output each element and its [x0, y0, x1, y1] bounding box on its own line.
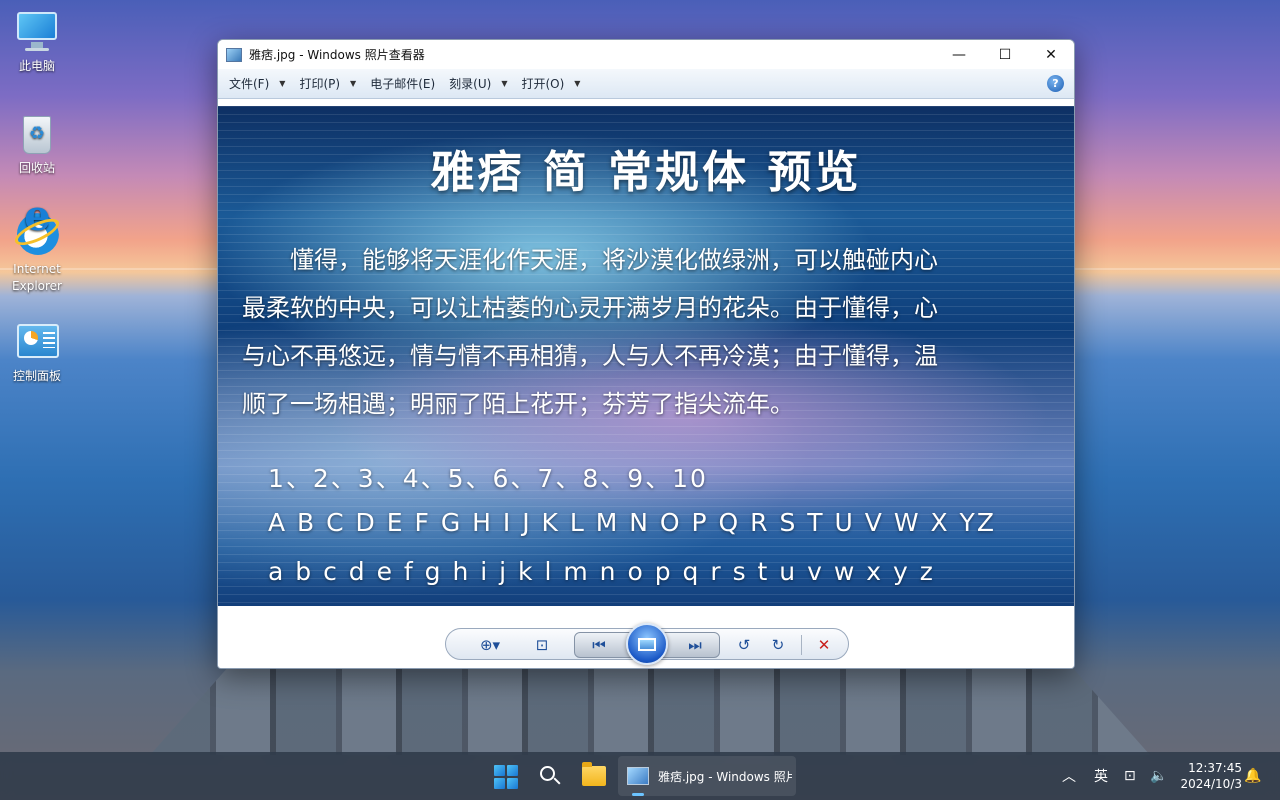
active-indicator — [632, 793, 644, 796]
menu-email[interactable]: 电子邮件(E) — [363, 69, 442, 98]
clock-time: 12:37:45 — [1188, 761, 1242, 775]
show-hidden-icons-chevron-icon[interactable]: ︿ — [1062, 752, 1076, 800]
maximize-button[interactable]: ☐ — [982, 40, 1028, 69]
caret-down-icon: ▼ — [279, 79, 286, 88]
menu-print[interactable]: 打印(P) ▼ — [292, 69, 363, 98]
menu-bar: 文件(F) ▼ 打印(P) ▼ 电子邮件(E) 刻录(U) ▼ 打开(O) ▼ ? — [218, 69, 1074, 99]
search-icon[interactable] — [538, 764, 562, 788]
image-paragraph-line: 顺了一场相遇；明丽了陌上花开；芬芳了指尖流年。 — [242, 390, 794, 418]
photo-viewer-taskbar-icon — [627, 767, 649, 785]
volume-icon[interactable]: 🔈 — [1150, 752, 1167, 800]
desktop-icon-label: Internet Explorer — [12, 262, 62, 293]
viewer-toolbar: ⊕▾ ⊡ ⏮ ⏭ ↺ ↻ ✕ — [445, 623, 849, 665]
viewer-controls-area: ⊕▾ ⊡ ⏮ ⏭ ↺ ↻ ✕ — [218, 606, 1074, 668]
start-button-icon[interactable] — [494, 765, 518, 789]
photo-viewer-window: 雅痞.jpg - Windows 照片查看器 — ☐ ✕ 文件(F) ▼ 打印(P… — [217, 39, 1075, 669]
system-clock[interactable]: 12:37:45 2024/10/3 — [1176, 760, 1242, 792]
network-icon[interactable]: ⊡ — [1124, 752, 1136, 800]
slideshow-button[interactable] — [626, 623, 668, 665]
taskbar-app-photo-viewer[interactable]: 雅痞.jpg - Windows 照片 — [618, 756, 796, 796]
menu-file[interactable]: 文件(F) ▼ — [222, 69, 292, 98]
toolbar-divider — [801, 635, 802, 655]
image-viewport[interactable]: 雅痞 简 常规体 预览 懂得，能够将天涯化作天涯，将沙漠化做绿洲，可以触碰内心 … — [218, 106, 1074, 606]
file-explorer-icon[interactable] — [582, 762, 606, 786]
menu-burn-label: 刻录(U) — [449, 77, 492, 91]
next-icon[interactable]: ⏭ — [682, 634, 708, 656]
window-title: 雅痞.jpg - Windows 照片查看器 — [249, 48, 425, 62]
actual-size-icon[interactable]: ⊡ — [530, 634, 554, 656]
caret-down-icon: ▼ — [574, 79, 581, 88]
wallpaper-pier — [150, 665, 1150, 755]
desktop-icon-internet-explorer[interactable]: Internet Explorer — [4, 207, 70, 295]
taskbar: 雅痞.jpg - Windows 照片 ︿ 英 ⊡ 🔈 12:37:45 202… — [0, 752, 1280, 800]
desktop-icon-label: 回收站 — [18, 161, 55, 175]
desktop-icon-this-pc[interactable]: 此电脑 — [4, 10, 70, 75]
delete-icon[interactable]: ✕ — [812, 634, 836, 656]
previous-icon[interactable]: ⏮ — [586, 634, 612, 656]
notification-bell-icon[interactable]: 🔔 — [1244, 768, 1261, 784]
title-bar[interactable]: 雅痞.jpg - Windows 照片查看器 — ☐ ✕ — [218, 40, 1074, 69]
image-paragraph-line: 懂得，能够将天涯化作天涯，将沙漠化做绿洲，可以触碰内心 — [242, 246, 938, 274]
computer-icon — [15, 10, 59, 54]
zoom-icon[interactable]: ⊕▾ — [474, 634, 506, 656]
image-paragraph-line: 最柔软的中央，可以让枯萎的心灵开满岁月的花朵。由于懂得，心 — [242, 294, 938, 322]
caret-down-icon: ▼ — [501, 79, 508, 88]
recycle-bin-icon — [15, 112, 59, 156]
control-panel-icon — [15, 320, 59, 364]
desktop-icon-label: 此电脑 — [18, 59, 55, 73]
menu-open[interactable]: 打开(O) ▼ — [514, 69, 587, 98]
slideshow-icon — [638, 637, 656, 651]
menu-email-label: 电子邮件(E) — [370, 77, 436, 91]
minimize-button[interactable]: — — [936, 40, 982, 69]
desktop-icon-control-panel[interactable]: 控制面板 — [4, 320, 70, 385]
taskbar-app-label: 雅痞.jpg - Windows 照片 — [658, 769, 792, 784]
caret-down-icon: ▼ — [350, 79, 357, 88]
close-button[interactable]: ✕ — [1028, 40, 1074, 69]
image-uppercase-line: A B C D E F G H I J K L M N O P Q R S T … — [268, 508, 996, 537]
font-preview-image: 雅痞 简 常规体 预览 懂得，能够将天涯化作天涯，将沙漠化做绿洲，可以触碰内心 … — [218, 106, 1074, 606]
desktop-icon-label: 控制面板 — [12, 369, 61, 383]
image-title-text: 雅痞 简 常规体 预览 — [430, 147, 862, 198]
menu-print-label: 打印(P) — [299, 77, 341, 91]
desktop-icon-recycle-bin[interactable]: 回收站 — [4, 112, 70, 177]
menu-file-label: 文件(F) — [229, 77, 270, 91]
photo-viewer-app-icon — [226, 47, 242, 62]
internet-explorer-icon — [11, 207, 63, 257]
rotate-clockwise-icon[interactable]: ↻ — [766, 634, 790, 656]
image-numbers-line: 1、2、3、4、5、6、7、8、9、10 — [268, 464, 708, 493]
clock-date: 2024/10/3 — [1180, 777, 1242, 791]
image-lowercase-line: a b c d e f g h i j k l m n o p q r s t … — [268, 557, 935, 586]
rotate-counterclockwise-icon[interactable]: ↺ — [732, 634, 756, 656]
input-method-indicator[interactable]: 英 — [1094, 752, 1108, 800]
menu-burn[interactable]: 刻录(U) ▼ — [442, 69, 514, 98]
help-icon[interactable]: ? — [1047, 75, 1064, 92]
menu-open-label: 打开(O) — [521, 77, 565, 91]
image-paragraph: 懂得，能够将天涯化作天涯，将沙漠化做绿洲，可以触碰内心 最柔软的中央，可以让枯萎… — [242, 236, 1048, 428]
image-paragraph-line: 与心不再悠远，情与情不再相猜，人与人不再冷漠；由于懂得，温 — [242, 342, 938, 370]
